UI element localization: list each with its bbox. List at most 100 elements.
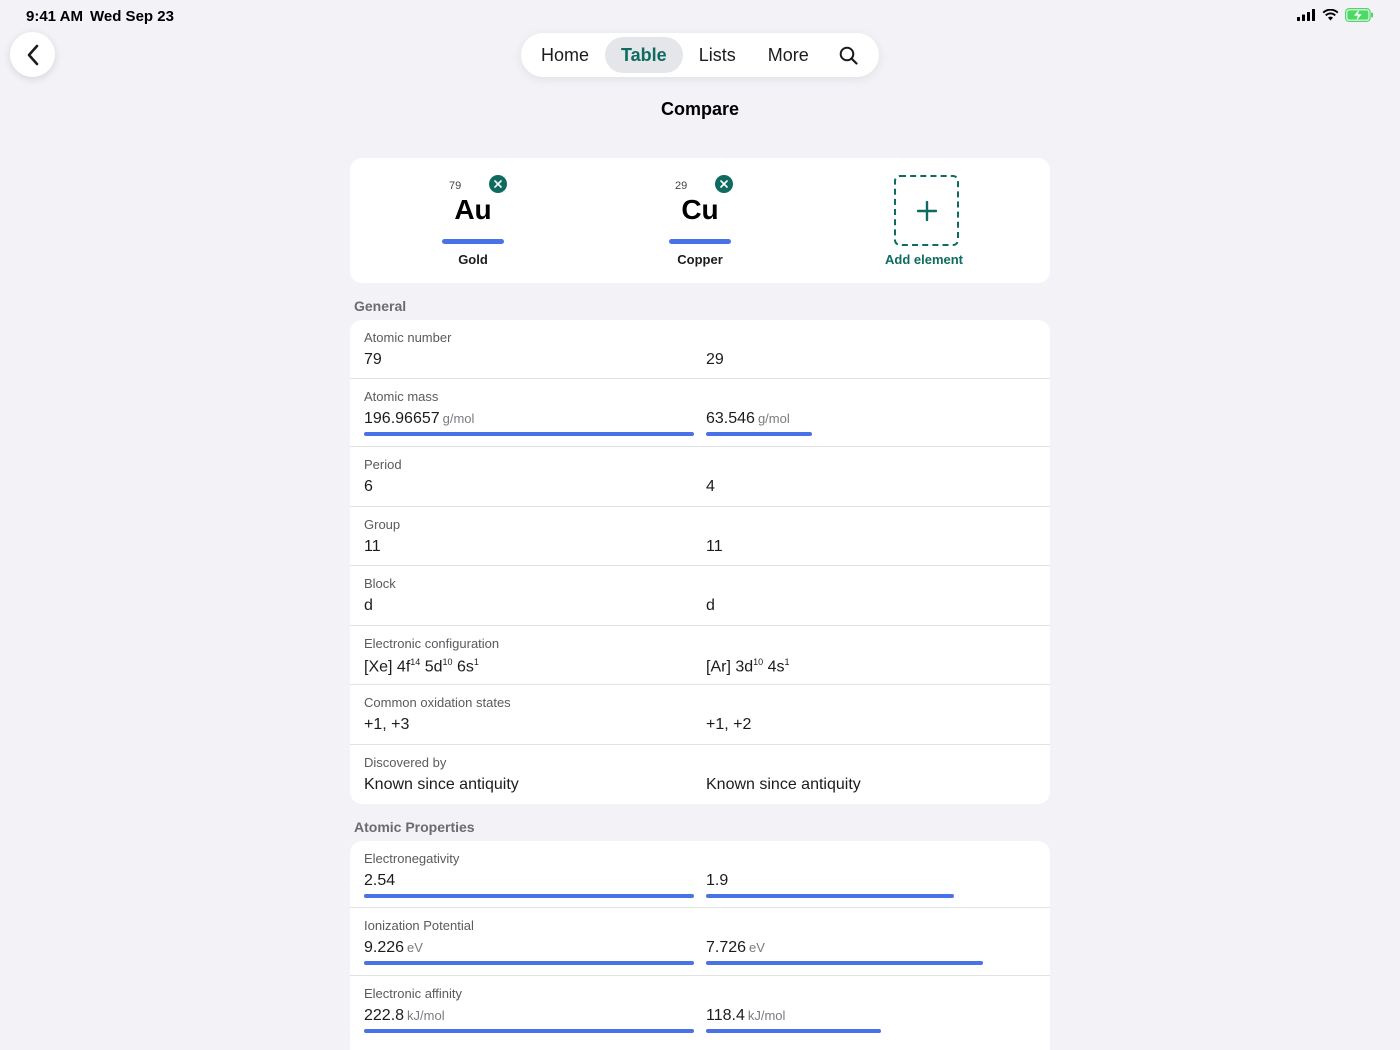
element-color-bar <box>442 239 504 244</box>
property-value-first: 79 <box>364 351 382 368</box>
back-button[interactable] <box>10 32 55 77</box>
property-row-oxidation-states: Common oxidation states +1, +3 +1, +2 <box>350 685 1050 745</box>
add-element-button[interactable]: Add element <box>824 158 1024 283</box>
atomic-properties-card: Electronegativity 2.54 1.9 Ionization Po… <box>350 841 1050 1050</box>
plus-icon <box>916 200 937 221</box>
property-row-discovered-by: Discovered by Known since antiquity Know… <box>350 745 1050 804</box>
add-element-box[interactable] <box>894 175 959 246</box>
property-value-first: Known since antiquity <box>364 776 519 793</box>
element-number: 79 <box>449 180 462 192</box>
property-row-electronic-affinity: Electronic affinity 222.8 kJ/mol 118.4 kJ/… <box>350 976 1050 1044</box>
property-label: Electronic configuration <box>364 636 500 651</box>
value-unit: kJ/mol <box>407 1008 445 1023</box>
property-label: Block <box>364 576 396 591</box>
value-bar-second <box>706 894 954 898</box>
property-value-first: 9.226 eV <box>364 939 423 957</box>
property-label: Ionization Potential <box>364 918 474 933</box>
property-row-period: Period 6 4 <box>350 447 1050 507</box>
element-color-bar <box>669 239 731 244</box>
property-value-second: 118.4 kJ/mol <box>706 1007 785 1025</box>
value-number: 118.4 <box>706 1007 745 1024</box>
property-value-first: 11 <box>364 538 381 555</box>
chevron-left-icon <box>27 44 38 65</box>
property-label: Common oxidation states <box>364 695 511 710</box>
property-value-second: 4 <box>706 478 715 495</box>
value-unit: eV <box>407 940 423 955</box>
value-number: 7.726 <box>706 939 747 956</box>
property-row-ionization-potential: Ionization Potential 9.226 eV 7.726 eV <box>350 908 1050 976</box>
property-value-second: 1.9 <box>706 872 729 889</box>
cellular-signal-icon <box>1297 9 1315 21</box>
value-number: 196.96657 <box>364 410 440 427</box>
property-label: Electronic affinity <box>364 986 463 1001</box>
value-number: 222.8 <box>364 1007 405 1024</box>
general-properties-card: Atomic number 79 29 Atomic mass 196.9665… <box>350 320 1050 804</box>
property-value-second: 7.726 eV <box>706 939 765 957</box>
value-unit: eV <box>749 940 765 955</box>
status-bar: 9:41 AM Wed Sep 23 <box>0 0 1400 32</box>
property-value-second: +1, +2 <box>706 716 752 733</box>
property-row-electronic-configuration: Electronic configuration [Xe] 4f14 5d10 … <box>350 626 1050 685</box>
compare-elements-card: 79 Au Gold 29 Cu Copper Add element <box>350 158 1050 283</box>
property-label: Atomic mass <box>364 389 439 404</box>
wifi-icon <box>1322 9 1339 21</box>
element-number: 29 <box>675 180 688 192</box>
value-bar-second <box>706 432 812 436</box>
property-value-second: Known since antiquity <box>706 776 861 793</box>
property-value-second: 63.546 g/mol <box>706 410 790 428</box>
property-row-group: Group 11 11 <box>350 507 1050 566</box>
property-value-second: d <box>706 597 715 614</box>
value-unit: kJ/mol <box>747 1008 786 1023</box>
nav-more[interactable]: More <box>752 37 825 73</box>
value-number: 9.226 <box>364 939 405 956</box>
property-label: Period <box>364 457 402 472</box>
value-bar-first <box>364 432 694 436</box>
value-bar-second <box>706 961 983 965</box>
element-name: Copper <box>677 252 723 267</box>
nav-home[interactable]: Home <box>525 37 605 73</box>
property-label: Group <box>364 517 401 532</box>
property-value-first: d <box>364 597 373 614</box>
property-value-second: [Ar] 3d10 4s1 <box>706 657 790 676</box>
close-icon <box>720 180 728 188</box>
property-value-first: 222.8 kJ/mol <box>364 1007 445 1025</box>
property-value-first: 196.96657 g/mol <box>364 410 474 428</box>
property-value-first: 2.54 <box>364 872 396 889</box>
status-time: 9:41 AM <box>26 8 83 25</box>
property-row-atomic-number: Atomic number 79 29 <box>350 320 1050 379</box>
status-icons <box>1297 8 1374 22</box>
value-number: 63.546 <box>706 410 755 427</box>
nav-table[interactable]: Table <box>605 37 683 73</box>
top-navigation: Home Table Lists More <box>521 33 879 77</box>
value-bar-first <box>364 1029 694 1033</box>
search-icon <box>839 46 858 65</box>
value-bar-first <box>364 894 694 898</box>
value-unit: g/mol <box>442 411 475 426</box>
battery-charging-icon <box>1345 8 1373 22</box>
nav-lists[interactable]: Lists <box>683 37 752 73</box>
search-button[interactable] <box>831 37 867 73</box>
property-value-first: 6 <box>364 478 373 495</box>
element-slot-copper[interactable]: 29 Cu Copper <box>600 158 800 283</box>
property-value-second: 29 <box>706 351 724 368</box>
remove-element-button[interactable] <box>489 175 507 193</box>
section-title-general: General <box>354 298 407 314</box>
property-value-first: +1, +3 <box>364 716 410 733</box>
property-row-atomic-mass: Atomic mass 196.96657 g/mol 63.546 g/mol <box>350 379 1050 447</box>
value-bar-second <box>706 1029 881 1033</box>
property-label: Electronegativity <box>364 851 460 866</box>
remove-element-button[interactable] <box>715 175 733 193</box>
value-unit: g/mol <box>757 411 790 426</box>
element-slot-gold[interactable]: 79 Au Gold <box>373 158 573 283</box>
status-date: Wed Sep 23 <box>90 8 174 25</box>
element-symbol: Cu <box>681 194 719 225</box>
value-bar-first <box>364 961 694 965</box>
property-label: Discovered by <box>364 755 447 770</box>
page-title: Compare <box>660 99 740 119</box>
property-value-second: 11 <box>706 538 723 555</box>
element-symbol: Au <box>454 194 492 225</box>
property-label: Atomic number <box>364 330 452 345</box>
property-row-block: Block d d <box>350 566 1050 626</box>
element-name: Gold <box>458 252 488 267</box>
section-title-atomic-properties: Atomic Properties <box>354 819 475 835</box>
